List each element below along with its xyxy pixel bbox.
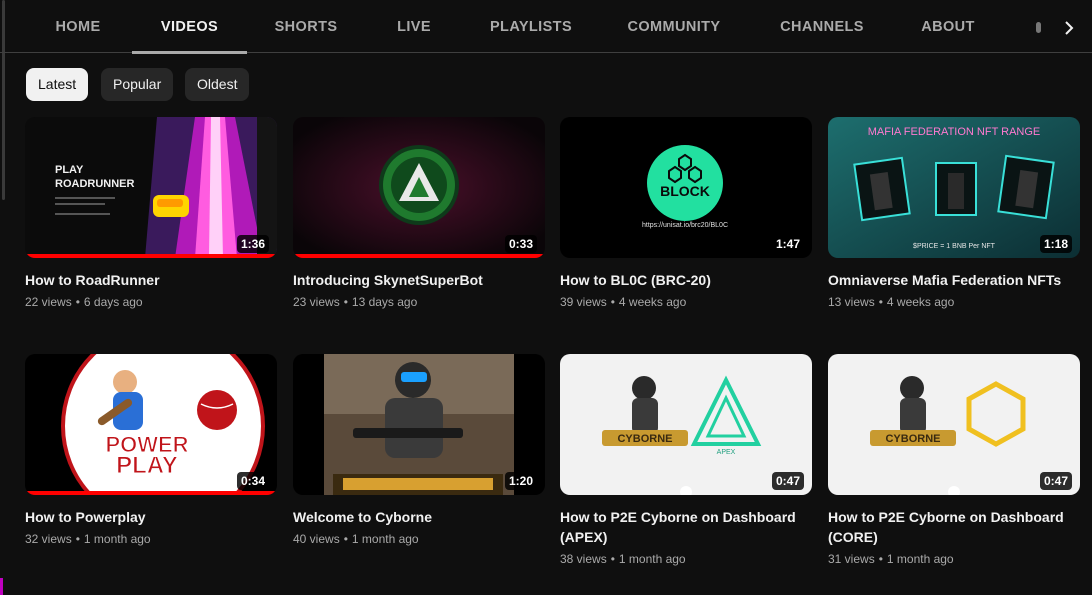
chevron-right-icon: [1065, 21, 1074, 35]
svg-text:ROADRUNNER: ROADRUNNER: [55, 178, 135, 190]
channel-tabs: HOME VIDEOS SHORTS LIVE PLAYLISTS COMMUN…: [0, 0, 1092, 54]
video-title[interactable]: Welcome to Cyborne: [293, 507, 545, 527]
video-card: PLAY ROADRUNNER 1:36 How to RoadRunner 2…: [25, 117, 277, 309]
view-count: 13 views: [828, 295, 875, 309]
duration-badge: 0:47: [1039, 472, 1072, 490]
video-meta: 32 views • 1 month ago: [25, 532, 151, 546]
video-meta: 38 views • 1 month ago: [560, 552, 686, 566]
duration-badge: 1:20: [504, 472, 537, 490]
filter-latest[interactable]: Latest: [26, 68, 89, 101]
duration-badge: 0:34: [236, 472, 269, 490]
filter-popular[interactable]: Popular: [101, 68, 174, 101]
svg-text:MAFIA FEDERATION NFT RANGE: MAFIA FEDERATION NFT RANGE: [868, 126, 1041, 138]
watch-progress-bar: [293, 254, 545, 258]
video-card: CYBORNE APEX 0:47 How to P2E Cyborne on …: [560, 354, 812, 566]
video-card: MAFIA FEDERATION NFT RANGE $PRICE = 1 BN…: [828, 117, 1080, 309]
tab-about[interactable]: ABOUT: [916, 0, 980, 53]
svg-text:CYBORNE: CYBORNE: [885, 433, 940, 445]
tab-community[interactable]: COMMUNITY: [624, 0, 724, 53]
video-title[interactable]: How to BL0C (BRC-20): [560, 270, 812, 290]
video-thumbnail[interactable]: BLOCK https://unisat.io/brc20/BL0C 1:47: [560, 117, 812, 258]
video-thumbnail[interactable]: CYBORNE APEX 0:47: [560, 354, 812, 495]
video-thumbnail[interactable]: 1:20: [293, 354, 545, 495]
video-meta: 40 views • 1 month ago: [293, 532, 419, 546]
tab-overflow-indicator: [1036, 22, 1041, 33]
tabs-next-button[interactable]: [1052, 8, 1086, 48]
view-count: 22 views: [25, 295, 72, 309]
view-count: 31 views: [828, 552, 875, 566]
upload-age: 6 days ago: [83, 295, 143, 309]
video-thumbnail[interactable]: PLAY ROADRUNNER 1:36: [25, 117, 277, 258]
video-meta: 23 views • 13 days ago: [293, 295, 418, 309]
view-count: 23 views: [293, 295, 340, 309]
tab-videos[interactable]: VIDEOS: [132, 0, 247, 54]
tab-live[interactable]: LIVE: [390, 0, 438, 53]
video-title[interactable]: How to Powerplay: [25, 507, 277, 527]
video-thumbnail[interactable]: MAFIA FEDERATION NFT RANGE $PRICE = 1 BN…: [828, 117, 1080, 258]
svg-text:PLAY: PLAY: [116, 452, 178, 479]
video-meta: 31 views • 1 month ago: [828, 552, 954, 566]
upload-age: 4 weeks ago: [886, 295, 955, 309]
video-thumbnail[interactable]: CYBORNE 0:47: [828, 354, 1080, 495]
upload-age: 1 month ago: [351, 532, 419, 546]
upload-age: 4 weeks ago: [618, 295, 687, 309]
side-accent: [0, 578, 3, 595]
svg-text:https://unisat.io/brc20/BL0C: https://unisat.io/brc20/BL0C: [642, 222, 728, 229]
view-count: 40 views: [293, 532, 340, 546]
svg-text:$PRICE = 1 BNB Per NFT: $PRICE = 1 BNB Per NFT: [913, 243, 996, 250]
svg-text:PLAY: PLAY: [55, 164, 84, 176]
watch-progress-bar: [25, 254, 277, 258]
duration-badge: 0:33: [504, 235, 537, 253]
svg-text:BLOCK: BLOCK: [660, 183, 710, 199]
upload-age: 13 days ago: [351, 295, 418, 309]
upload-age: 1 month ago: [83, 532, 151, 546]
video-thumbnail[interactable]: POWER PLAY 0:34: [25, 354, 277, 495]
duration-badge: 1:47: [771, 235, 804, 253]
view-count: 32 views: [25, 532, 72, 546]
watch-progress-bar: [25, 491, 277, 495]
video-card: 1:20 Welcome to Cyborne 40 views • 1 month…: [293, 354, 545, 546]
video-title[interactable]: Introducing SkynetSuperBot: [293, 270, 545, 290]
video-title[interactable]: How to RoadRunner: [25, 270, 277, 290]
upload-age: 1 month ago: [618, 552, 686, 566]
tab-home[interactable]: HOME: [48, 0, 108, 53]
video-card: POWER PLAY 0:34 How to Powerplay 32 view…: [25, 354, 277, 546]
video-title[interactable]: How to P2E Cyborne on Dashboard (APEX): [560, 507, 812, 547]
tab-channels[interactable]: CHANNELS: [776, 0, 868, 53]
page-scrollbar[interactable]: [0, 0, 8, 595]
video-meta: 39 views • 4 weeks ago: [560, 295, 687, 309]
duration-badge: 1:36: [236, 235, 269, 253]
svg-text:APEX: APEX: [717, 449, 736, 456]
view-count: 39 views: [560, 295, 607, 309]
video-card: 0:33 Introducing SkynetSuperBot 23 views…: [293, 117, 545, 309]
video-card: BLOCK https://unisat.io/brc20/BL0C 1:47 …: [560, 117, 812, 309]
duration-badge: 0:47: [771, 472, 804, 490]
video-title[interactable]: Omniaverse Mafia Federation NFTs: [828, 270, 1080, 290]
upload-age: 1 month ago: [886, 552, 954, 566]
duration-badge: 1:18: [1039, 235, 1072, 253]
tab-shorts[interactable]: SHORTS: [268, 0, 344, 53]
video-meta: 13 views • 4 weeks ago: [828, 295, 955, 309]
svg-text:CYBORNE: CYBORNE: [617, 433, 672, 445]
video-title[interactable]: How to P2E Cyborne on Dashboard (CORE): [828, 507, 1080, 547]
video-meta: 22 views • 6 days ago: [25, 295, 143, 309]
filter-oldest[interactable]: Oldest: [185, 68, 250, 101]
video-card: CYBORNE 0:47 How to P2E Cyborne on Dashb…: [828, 354, 1080, 566]
view-count: 38 views: [560, 552, 607, 566]
video-thumbnail[interactable]: 0:33: [293, 117, 545, 258]
tab-playlists[interactable]: PLAYLISTS: [486, 0, 576, 53]
